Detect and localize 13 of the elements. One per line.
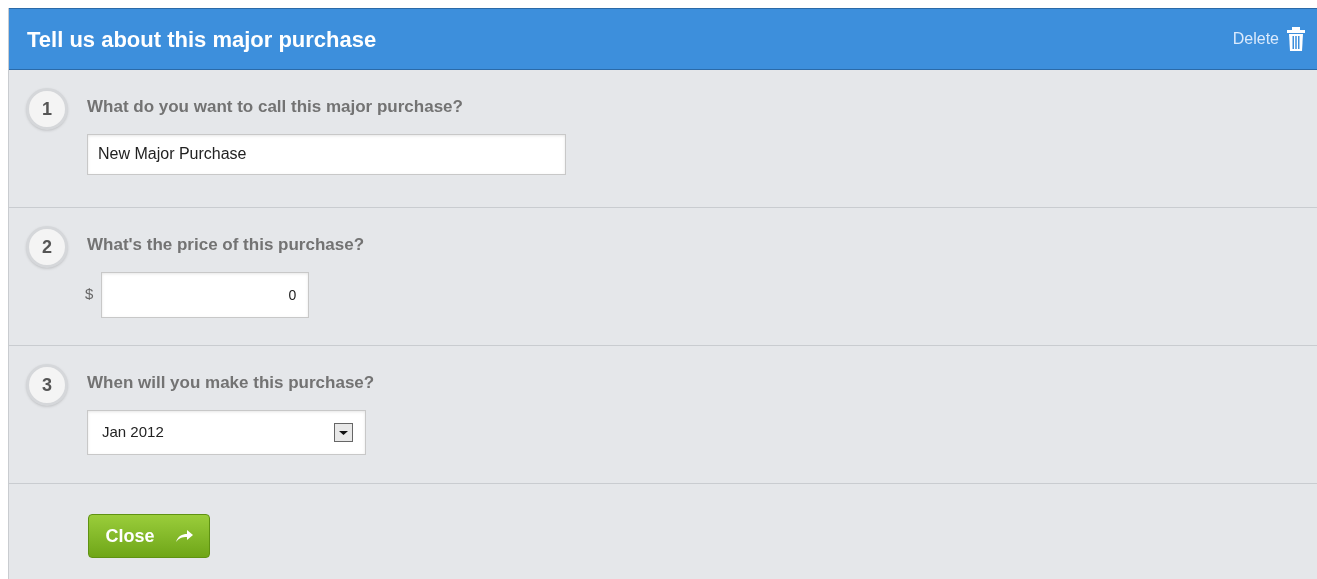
question-label: What's the price of this purchase? bbox=[87, 234, 365, 256]
step-number-badge: 1 bbox=[26, 88, 68, 130]
name-field[interactable]: New Major Purchase bbox=[87, 133, 566, 175]
step-number-badge: 2 bbox=[26, 226, 68, 268]
question-label: When will you make this purchase? bbox=[87, 372, 375, 394]
step-number-badge: 3 bbox=[26, 364, 68, 406]
header-title: Tell us about this major purchase bbox=[27, 25, 377, 54]
currency-symbol: $ bbox=[85, 284, 94, 305]
trash-icon bbox=[1287, 27, 1305, 51]
date-select[interactable]: Jan 2012 bbox=[87, 409, 366, 455]
price-field[interactable]: 0 bbox=[101, 271, 310, 318]
arrow-icon bbox=[174, 529, 193, 543]
question-label: What do you want to call this major purchase? bbox=[87, 96, 464, 118]
